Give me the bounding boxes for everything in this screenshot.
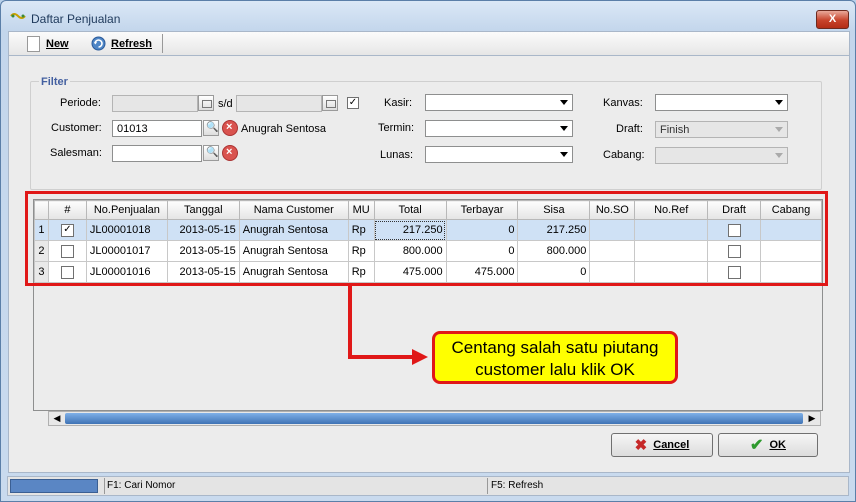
annotation-arrow-line — [348, 286, 352, 359]
cabang-select[interactable] — [655, 147, 788, 164]
kasir-select[interactable] — [425, 94, 573, 111]
toolbar-separator — [162, 34, 163, 53]
callout-line-2: customer lalu klik OK — [475, 360, 635, 379]
customer-search-button[interactable]: 🔍 — [203, 120, 219, 136]
salesman-clear-button[interactable]: × — [222, 145, 238, 161]
annotation-highlight-frame — [25, 191, 828, 286]
new-document-icon — [27, 35, 40, 52]
search-icon: 🔍 — [206, 122, 219, 133]
chevron-down-icon — [775, 127, 783, 132]
ok-button[interactable]: ✔ OK — [718, 433, 818, 457]
customer-name: Anugrah Sentosa — [241, 123, 327, 135]
chevron-down-icon — [775, 100, 783, 105]
periode-label: Periode: — [60, 97, 101, 109]
chevron-down-icon — [560, 100, 568, 105]
horizontal-scrollbar[interactable]: ◀ ▶ — [48, 411, 821, 426]
kanvas-label: Kanvas: — [603, 97, 643, 109]
refresh-button-label: Refresh — [111, 37, 152, 50]
status-f1: F1: Cari Nomor — [107, 480, 176, 491]
status-divider — [104, 478, 105, 494]
sd-label: s/d — [218, 98, 233, 110]
calendar-icon — [202, 100, 212, 108]
termin-select[interactable] — [425, 120, 573, 137]
periode-checkbox[interactable]: ✓ — [347, 97, 359, 109]
customer-label: Customer: — [51, 122, 102, 134]
periode-start-calendar-button[interactable] — [198, 95, 214, 111]
progress-indicator — [10, 479, 98, 493]
customer-input[interactable]: 01013 — [112, 120, 202, 137]
chevron-down-icon — [775, 153, 783, 158]
periode-end-calendar-button[interactable] — [322, 95, 338, 111]
checkmark-icon: ✓ — [348, 97, 358, 108]
kasir-label: Kasir: — [384, 97, 413, 109]
ok-button-label: OK — [769, 439, 786, 451]
arrow-right-icon — [412, 349, 428, 365]
calendar-icon — [326, 100, 336, 108]
kanvas-select[interactable] — [655, 94, 788, 111]
cancel-button-label: Cancel — [653, 439, 690, 451]
periode-start-input[interactable] — [112, 95, 198, 112]
status-bar: F1: Cari Nomor F5: Refresh — [7, 476, 849, 496]
cabang-label: Cabang: — [603, 149, 645, 161]
termin-label: Termin: — [378, 122, 415, 134]
refresh-icon — [91, 36, 106, 51]
customer-clear-button[interactable]: × — [222, 120, 238, 136]
status-divider — [487, 478, 488, 494]
status-f5: F5: Refresh — [491, 480, 544, 491]
scrollbar-thumb[interactable] — [65, 413, 803, 424]
scroll-right-icon[interactable]: ▶ — [805, 413, 819, 424]
annotation-callout: Centang salah satu piutang customer lalu… — [432, 331, 678, 384]
draft-label: Draft: — [616, 123, 643, 135]
chevron-down-icon — [560, 152, 568, 157]
draft-select[interactable]: Finish — [655, 121, 788, 138]
new-button-label: New — [46, 37, 69, 50]
title-bar[interactable]: Daftar Penjualan X — [1, 1, 855, 31]
refresh-button[interactable]: Refresh — [91, 35, 152, 52]
search-icon: 🔍 — [206, 147, 219, 158]
clear-icon: × — [226, 121, 233, 133]
close-icon: X — [828, 13, 837, 25]
callout-line-1: Centang salah satu piutang — [451, 338, 659, 357]
draft-value: Finish — [660, 124, 690, 136]
filter-legend: Filter — [39, 76, 70, 88]
chevron-down-icon — [560, 126, 568, 131]
window-title: Daftar Penjualan — [31, 12, 121, 26]
new-button[interactable]: New — [27, 35, 69, 52]
salesman-search-button[interactable]: 🔍 — [203, 145, 219, 161]
salesman-input[interactable] — [112, 145, 202, 162]
clear-icon: × — [226, 146, 233, 158]
lunas-select[interactable] — [425, 146, 573, 163]
cancel-button[interactable]: ✖ Cancel — [611, 433, 713, 457]
periode-end-input[interactable] — [236, 95, 322, 112]
toolbar: New Refresh — [8, 31, 850, 56]
annotation-arrow-line — [348, 355, 415, 359]
lunas-label: Lunas: — [380, 149, 414, 161]
scroll-left-icon[interactable]: ◀ — [50, 413, 64, 424]
app-icon — [10, 13, 26, 19]
ok-check-icon: ✔ — [750, 437, 764, 454]
cancel-icon: ✖ — [634, 437, 648, 454]
salesman-label: Salesman: — [50, 147, 102, 159]
close-button[interactable]: X — [816, 10, 849, 29]
